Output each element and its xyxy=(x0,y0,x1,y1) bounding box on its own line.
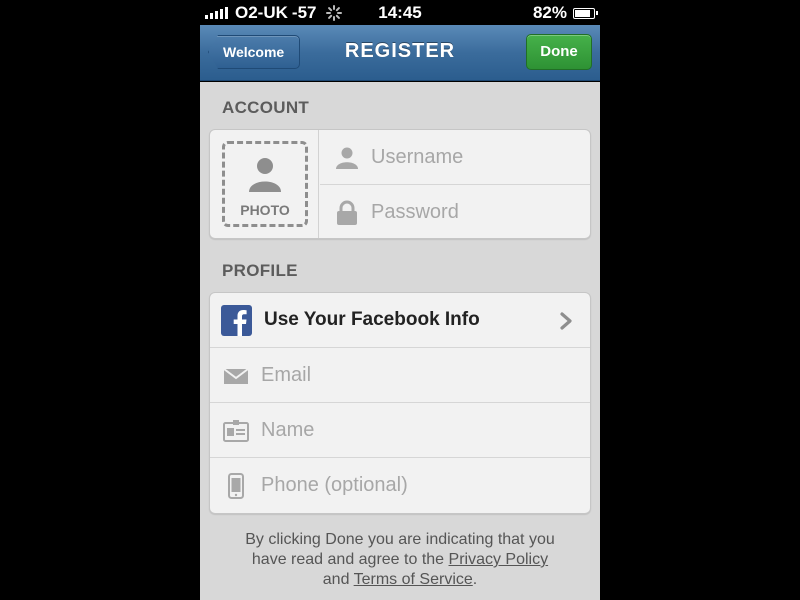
facebook-info-label: Use Your Facebook Info xyxy=(264,309,480,330)
register-form: ACCOUNT PHOTO Username PROFILE Use Your … xyxy=(200,82,621,600)
account-panel: PHOTO xyxy=(209,129,621,240)
phone-icon xyxy=(228,473,244,499)
name-row[interactable] xyxy=(210,403,590,458)
terms-and-text: and xyxy=(322,571,350,588)
phone-row[interactable] xyxy=(210,458,590,513)
password-input[interactable] xyxy=(371,201,621,224)
envelope-icon xyxy=(223,368,249,384)
password-row[interactable] xyxy=(320,185,621,240)
person-silhouette-icon xyxy=(249,158,281,192)
username-row[interactable] xyxy=(320,130,621,185)
battery-fill xyxy=(575,9,590,17)
credentials-fields xyxy=(320,130,621,240)
terms-line-1: By clicking Done you are indicating that… xyxy=(245,531,555,548)
photo-cell[interactable]: PHOTO xyxy=(210,130,319,238)
profile-section-header: PROFILE xyxy=(222,261,298,280)
facebook-icon xyxy=(221,305,252,336)
terms-line-2: have read and agree to the Privacy Polic… xyxy=(200,550,600,570)
photo-picker[interactable]: PHOTO xyxy=(222,141,308,227)
account-section-header: ACCOUNT xyxy=(222,98,310,117)
status-bar: O2-UK -57 14:45 82% xyxy=(200,0,600,25)
chevron-right-icon xyxy=(560,312,572,330)
photo-label: PHOTO xyxy=(240,202,290,218)
facebook-info-row[interactable]: Use Your Facebook Info xyxy=(210,293,590,348)
terms-line-2-text: have read and agree to the xyxy=(251,551,445,568)
done-button[interactable]: Done xyxy=(526,34,592,70)
battery-icon xyxy=(573,7,598,19)
profile-panel: Use Your Facebook Info xyxy=(209,292,591,514)
battery-percent: 82% xyxy=(532,3,567,22)
person-icon xyxy=(336,147,358,169)
privacy-policy-link[interactable]: Privacy Policy xyxy=(449,551,549,568)
navigation-bar: Welcome REGISTER Done xyxy=(200,25,600,81)
terms-period: . xyxy=(472,571,478,588)
status-right: 82% xyxy=(532,3,598,23)
email-input[interactable] xyxy=(261,364,511,387)
terms-notice: By clicking Done you are indicating that… xyxy=(200,530,600,590)
terms-of-service-link[interactable]: Terms of Service xyxy=(354,571,473,588)
terms-line-3: and Terms of Service. xyxy=(200,570,600,590)
id-card-icon xyxy=(223,420,249,442)
name-input[interactable] xyxy=(261,419,511,442)
lock-icon xyxy=(337,200,357,225)
phone-input[interactable] xyxy=(261,474,511,497)
username-input[interactable] xyxy=(371,146,621,169)
email-row[interactable] xyxy=(210,348,590,403)
